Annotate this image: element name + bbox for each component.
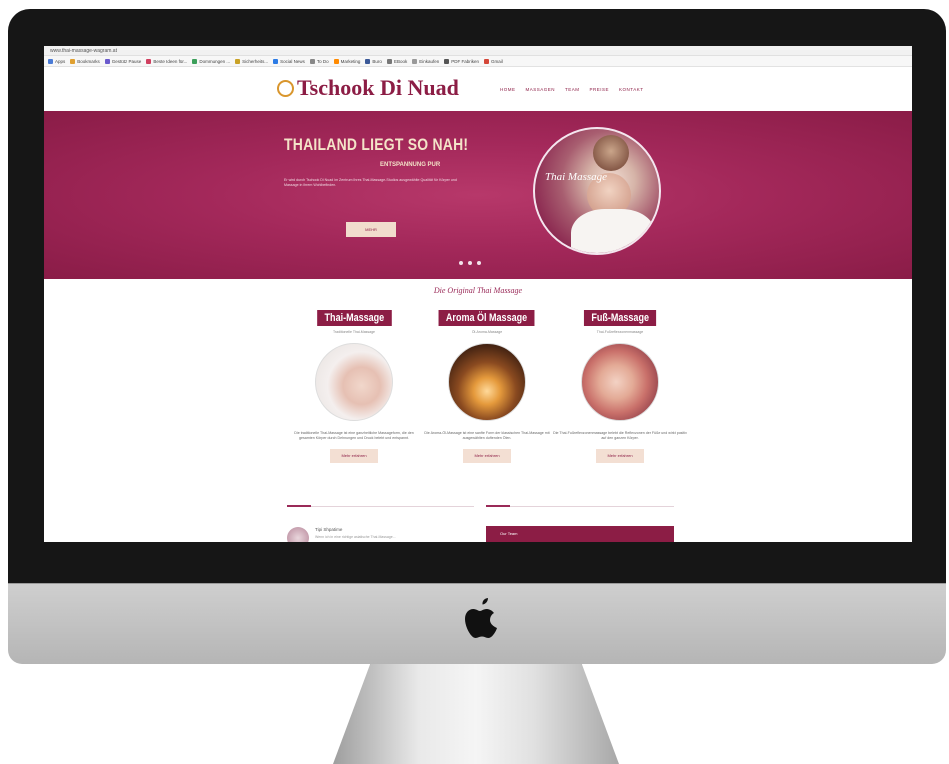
logo-text: Tschook Di Nuad: [297, 75, 459, 100]
card-thai-massage: Thai-Massage Traditionelle Thai-Massage …: [284, 308, 424, 463]
nav-item-preise[interactable]: PREISE: [590, 87, 610, 92]
foot-massage-image: [581, 343, 659, 421]
card-subtitle: Öl-Aroma-Massage: [471, 330, 503, 334]
divider-left: [287, 505, 474, 507]
bookmark-label: Bookmarks: [77, 58, 100, 64]
bookmark-favicon-icon: [273, 58, 279, 64]
slider-dot[interactable]: [468, 261, 472, 265]
divider-right: [486, 505, 674, 507]
bookmark-item[interactable]: EBook: [386, 58, 408, 64]
bookmark-item[interactable]: Einkaufen: [412, 58, 440, 64]
monitor-stand: [333, 664, 619, 764]
bookmark-favicon-icon: [333, 58, 339, 64]
nav-item-massagen[interactable]: MASSAGEN: [526, 87, 556, 92]
hero-slider: THAILAND LIEGT SO NAH! ENTSPANNUNG PUR E…: [44, 111, 912, 279]
card-label[interactable]: Thai-Massage: [316, 310, 392, 326]
card-subtitle: Thai-Fußreflexzonenmassage: [596, 330, 644, 334]
candles-and-oil-image: [448, 343, 526, 421]
main-nav: HOME MASSAGEN TEAM PREISE KONTAKT: [500, 87, 643, 92]
hero-title: THAILAND LIEGT SO NAH!: [284, 135, 469, 154]
card-text: Die traditionelle Thai-Massage ist eine …: [294, 431, 414, 440]
bookmark-favicon-icon: [104, 58, 110, 64]
nav-item-team[interactable]: TEAM: [565, 87, 580, 92]
bookmark-label: EBook: [393, 58, 408, 64]
bookmark-label: PDF Fabriken: [451, 58, 479, 64]
testimonial-text: Wenn ich in eine richtige asiatische Tha…: [315, 535, 396, 539]
card-foot-massage: Fuß-Massage Thai-Fußreflexzonenmassage D…: [550, 308, 690, 463]
site-logo[interactable]: Tschook Di Nuad: [277, 75, 459, 101]
slider-dots: [459, 261, 481, 265]
apple-logo-icon: [465, 598, 497, 638]
hero-image: Thai Massage: [533, 127, 661, 255]
bookmark-item[interactable]: Sicherheits...: [235, 58, 269, 64]
card-label[interactable]: Aroma Öl Massage: [439, 310, 535, 326]
team-widget-header[interactable]: Our Team: [486, 526, 674, 542]
bookmark-label: Beste Ideen für...: [153, 58, 188, 64]
browser-address-bar[interactable]: www.thai-massage-wagram.at: [44, 46, 912, 56]
bookmark-favicon-icon: [309, 58, 315, 64]
bookmark-item[interactable]: Dommungen ...: [192, 58, 231, 64]
bookmark-label: Sicherheits...: [242, 58, 269, 64]
bookmark-item[interactable]: Marketing: [333, 58, 361, 64]
logo-ring-icon: [277, 79, 294, 97]
hero-text: Er wird durch Tschook Di Nuad im Zentrum…: [284, 178, 457, 187]
bookmark-label: Apps: [55, 58, 66, 64]
hero-person-towel: [571, 209, 655, 253]
bookmarks-bar: Apps Bookmarks Gestütz Pause Beste Ideen fü…: [44, 56, 912, 67]
bookmark-item[interactable]: Apps: [48, 58, 66, 64]
bookmark-label: Dommungen ...: [199, 58, 231, 64]
card-more-button[interactable]: Mehr erfahren: [463, 449, 511, 463]
screen: www.thai-massage-wagram.at Apps Bookmarks…: [44, 46, 912, 542]
bookmark-label: Buro: [372, 58, 382, 64]
bookmark-favicon-icon: [483, 58, 489, 64]
bookmark-item[interactable]: Beste Ideen für...: [146, 58, 188, 64]
bookmark-favicon-icon: [444, 58, 450, 64]
card-text: Die Aroma-Öl-Massage ist eine sanfte For…: [424, 431, 550, 440]
card-subtitle: Traditionelle Thai-Massage: [332, 330, 376, 334]
bookmark-label: Marketing: [340, 58, 361, 64]
card-aroma-oil-massage: Aroma Öl Massage Öl-Aroma-Massage Die Ar…: [417, 308, 557, 463]
bookmark-item[interactable]: Gmail: [483, 58, 503, 64]
slider-dot[interactable]: [477, 261, 481, 265]
bookmark-favicon-icon: [365, 58, 371, 64]
imac-mockup: www.thai-massage-wagram.at Apps Bookmarks…: [0, 0, 949, 764]
bookmark-favicon-icon: [192, 58, 198, 64]
bookmark-label: Social News: [280, 58, 305, 64]
section-title: Die Original Thai Massage: [433, 286, 523, 295]
bookmark-label: Gestütz Pause: [111, 58, 142, 64]
testimonial-avatar: [287, 527, 309, 542]
bookmark-label: Einkaufen: [419, 58, 440, 64]
slider-dot[interactable]: [459, 261, 463, 265]
bookmark-item[interactable]: To Do: [309, 58, 329, 64]
nav-item-home[interactable]: HOME: [500, 87, 516, 92]
address-text: www.thai-massage-wagram.at: [50, 48, 117, 54]
hero-circle-text: Thai Massage: [545, 171, 608, 183]
bookmark-favicon-icon: [70, 58, 76, 64]
bookmark-item[interactable]: Gestütz Pause: [104, 58, 142, 64]
bookmark-item[interactable]: Bookmarks: [70, 58, 100, 64]
bookmark-favicon-icon: [235, 58, 241, 64]
card-more-button[interactable]: Mehr erfahren: [330, 449, 378, 463]
site-header: Tschook Di Nuad HOME MASSAGEN TEAM PREISE KO…: [44, 67, 912, 111]
card-label[interactable]: Fuß-Massage: [583, 310, 657, 326]
hero-subtitle: ENTSPANNUNG PUR: [380, 162, 441, 168]
bookmark-item[interactable]: PDF Fabriken: [444, 58, 479, 64]
hero-person-masseuse: [593, 135, 629, 171]
bookmark-label: Gmail: [490, 58, 503, 64]
bookmark-favicon-icon: [48, 58, 53, 64]
bookmark-label: To Do: [316, 58, 329, 64]
hero-more-button[interactable]: MEHR: [346, 222, 396, 237]
nav-item-kontakt[interactable]: KONTAKT: [619, 87, 643, 92]
testimonial-name: Tipi Shpatime: [315, 527, 343, 532]
bookmark-favicon-icon: [412, 58, 418, 64]
bookmark-item[interactable]: Buro: [365, 58, 382, 64]
card-text: Die Thai-Fußreflexzonenmassage belebt di…: [553, 431, 687, 440]
bookmark-favicon-icon: [386, 58, 392, 64]
card-more-button[interactable]: Mehr erfahren: [596, 449, 644, 463]
bookmark-item[interactable]: Social News: [273, 58, 305, 64]
bookmark-favicon-icon: [146, 58, 152, 64]
woman-relaxing-image: [315, 343, 393, 421]
